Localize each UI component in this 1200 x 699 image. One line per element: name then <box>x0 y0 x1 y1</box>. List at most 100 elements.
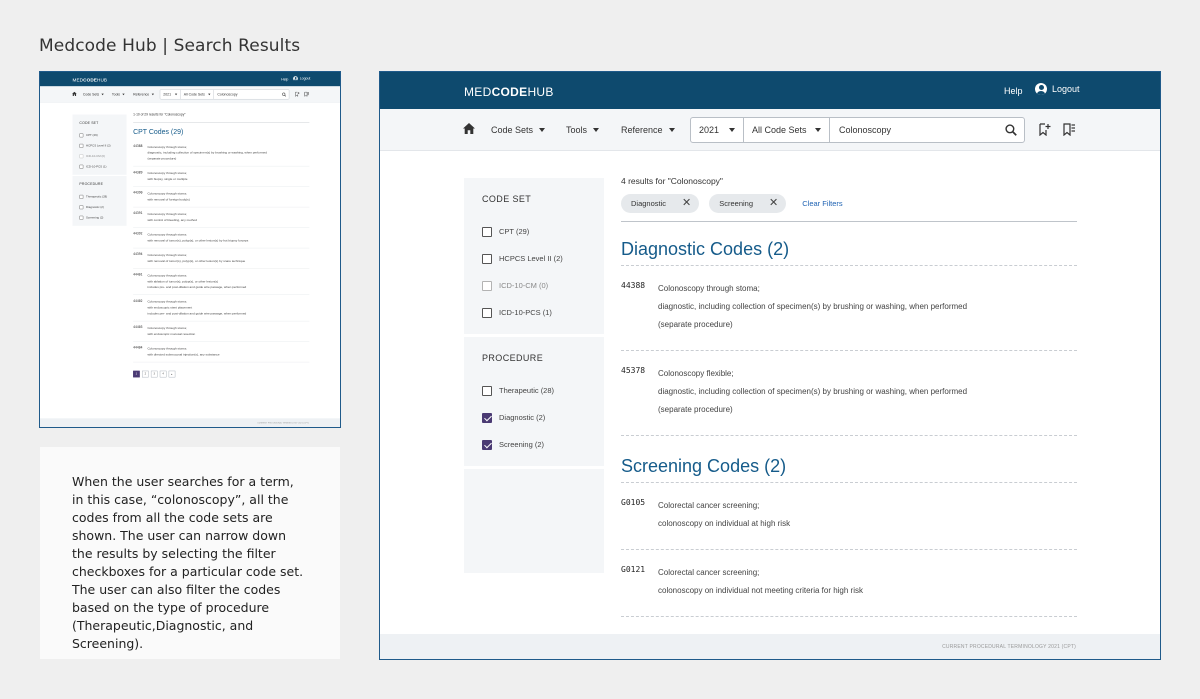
nav-tools-menu[interactable]: Tools <box>566 125 600 135</box>
year-select[interactable]: 2021 <box>691 118 744 142</box>
code-result-row[interactable]: G0121 Colorectal cancer screening; colonos… <box>621 550 1077 617</box>
thumb-code-number: 44391 <box>133 211 143 216</box>
thumb-page-button: 1 <box>133 370 140 378</box>
thumb-code-row: 44401 Colonoscopy through stoma; with abla… <box>133 269 310 296</box>
code-set-checkbox <box>482 280 492 291</box>
thumb-code-line: includes pre- and post-dilation and guid… <box>147 285 247 289</box>
thumb-page-button: 4 <box>159 370 167 378</box>
thumb-code-number: 44404 <box>133 346 143 350</box>
bookmark-list-icon[interactable] <box>1063 123 1075 136</box>
code-set-checkbox-label: HCPCS Level II (2) <box>499 254 563 263</box>
code-number[interactable]: G0121 <box>621 564 658 600</box>
code-set-filter-title: CODE SET <box>482 194 532 204</box>
code-set-value: All Code Sets <box>752 125 807 135</box>
procedure-filter-panel: PROCEDURE Therapeutic (28) Diagnostic (2)… <box>464 337 604 466</box>
thumb-code-row: 44403 Colonoscopy through stoma; with endo… <box>133 321 310 342</box>
app-window: MEDCODEHUB Help Logout Code Sets Tools R… <box>379 71 1161 660</box>
code-set-checkbox-row[interactable]: HCPCS Level II (2) <box>482 245 586 272</box>
search-button[interactable] <box>998 118 1024 142</box>
code-description: Colonoscopy through stoma; diagnostic, in… <box>658 280 1077 334</box>
code-number[interactable]: 45378 <box>621 365 658 419</box>
thumb-code-description: Colonoscopy through stoma; with removal o… <box>147 191 309 203</box>
help-link[interactable]: Help <box>1004 86 1023 96</box>
thumb-code-row: 44391 Colonoscopy through stoma; with cont… <box>133 207 310 228</box>
thumb-code-number: 44392 <box>133 232 143 236</box>
search-icon <box>281 92 286 97</box>
user-icon <box>1035 83 1047 95</box>
code-description: Colorectal cancer screening; colonoscopy … <box>658 497 1077 533</box>
nav-reference-menu[interactable]: Reference <box>621 125 675 135</box>
code-result-row[interactable]: 44388 Colonoscopy through stoma; diagnosti… <box>621 266 1077 351</box>
code-description: Colonoscopy flexible; diagnostic, includi… <box>658 365 1077 419</box>
thumb-sidebar: CODE SET CPT (29) HCPCS Level II (2) ICD… <box>72 114 127 227</box>
thumb-code-number: 44403 <box>133 325 143 330</box>
code-set-checkbox-row[interactable]: CPT (29) <box>482 218 586 245</box>
code-set-select[interactable]: All Code Sets <box>744 118 830 142</box>
filter-chip: Diagnostic ✕ <box>621 194 700 213</box>
procedure-checkbox[interactable] <box>482 439 492 450</box>
procedure-checkbox-row[interactable]: Screening (2) <box>482 431 586 458</box>
code-set-checkbox-label: ICD-10-CM (0) <box>499 281 549 290</box>
home-icon[interactable] <box>463 123 475 134</box>
thumb-code-line: with biopsy, single or multiple <box>147 177 188 181</box>
thumb-code-number: 44394 <box>133 252 143 256</box>
thumb-search-group: 2021 All Code Sets Colonoscopy <box>159 89 290 100</box>
app-footer: CURRENT PROCEDURAL TERMINOLOGY 2021 (CPT… <box>380 634 1160 659</box>
thumb-code-number: 44390 <box>133 191 143 195</box>
nav-bar: Code Sets Tools Reference 2021 All Code … <box>380 109 1160 151</box>
procedure-checkbox[interactable] <box>482 412 492 423</box>
description-text: When the user searches for a term, in th… <box>72 474 304 651</box>
code-number[interactable]: 44388 <box>621 280 658 334</box>
app-logo[interactable]: MEDCODEHUB <box>464 85 554 99</box>
thumb-code-row: 44389 Colonoscopy through stoma; with biop… <box>133 166 310 187</box>
code-set-checkbox-row[interactable]: ICD-10-PCS (1) <box>482 299 586 326</box>
thumb-code-number: 44401 <box>133 272 143 277</box>
search-input[interactable] <box>830 118 998 142</box>
clear-filters-link[interactable]: Clear Filters <box>802 199 842 208</box>
thumbnail-preview: MEDCODEHUB Help Logout Code Sets Tools R… <box>39 71 341 428</box>
code-description-line: Colorectal cancer screening; <box>658 501 760 510</box>
search-icon <box>1005 124 1017 136</box>
year-value: 2021 <box>699 125 720 135</box>
thumb-code-line: with removal of tumor(s), polyp(s), or o… <box>147 238 249 243</box>
thumb-code-number: 44388 <box>133 144 143 148</box>
thumb-code-number: 44389 <box>133 170 143 175</box>
code-set-checkbox[interactable] <box>482 307 492 318</box>
code-description-line: colonoscopy on individual at high risk <box>658 519 791 528</box>
thumb-code-row: 44394 Colonoscopy through stoma; with remo… <box>133 248 310 269</box>
code-number[interactable]: G0105 <box>621 497 658 533</box>
thumb-code-line: with endoscopic mucosal resection <box>147 332 196 336</box>
chevron-down-icon <box>815 128 821 132</box>
thumb-code-description: Colonoscopy through stoma; with biopsy, s… <box>147 170 309 182</box>
close-icon[interactable]: ✕ <box>769 198 778 209</box>
procedure-checkbox[interactable] <box>482 385 492 396</box>
code-set-checkbox[interactable] <box>482 226 492 237</box>
thumb-code-line: (separate procedure) <box>147 156 177 161</box>
chevron-down-icon <box>593 128 600 132</box>
empty-filter-panel <box>464 469 604 573</box>
thumb-code-line: includes pre- and post-dilation and guid… <box>147 311 247 316</box>
code-result-row[interactable]: G0105 Colorectal cancer screening; colonos… <box>621 483 1077 550</box>
code-description-line: (separate procedure) <box>658 405 733 414</box>
procedure-checkbox-row[interactable]: Diagnostic (2) <box>482 404 586 431</box>
footer-text: CURRENT PROCEDURAL TERMINOLOGY 2021 (CPT… <box>942 644 1076 650</box>
logout-button[interactable]: Logout <box>1035 83 1080 95</box>
thumb-code-number: 44402 <box>133 299 143 303</box>
thumb-code-description: Colonoscopy through stoma; with removal o… <box>147 252 309 264</box>
bookmark-list-icon <box>304 91 310 97</box>
filter-sidebar: CODE SET CPT (29) HCPCS Level II (2) ICD-1… <box>464 178 604 576</box>
thumb-logo: MEDCODEHUB <box>72 77 108 83</box>
nav-code-sets-menu[interactable]: Code Sets <box>491 125 546 135</box>
thumb-code-row: 44390 Colonoscopy through stoma; with remo… <box>133 187 310 208</box>
bookmark-add-icon[interactable] <box>1039 123 1051 136</box>
close-icon[interactable]: ✕ <box>682 198 691 209</box>
description-card: When the user searches for a term, in th… <box>40 447 340 659</box>
thumb-code-row: 44402 Colonoscopy through stoma; with endo… <box>133 295 310 322</box>
results-count: 4 results for "Colonoscopy" <box>621 176 723 186</box>
code-result-row[interactable]: 45378 Colonoscopy flexible; diagnostic, in… <box>621 351 1077 436</box>
code-set-checkbox[interactable] <box>482 253 492 264</box>
procedure-checkbox-label: Therapeutic (28) <box>499 386 555 395</box>
thumb-code-description: Colonoscopy through stoma; with removal o… <box>147 232 309 244</box>
procedure-checkbox-row[interactable]: Therapeutic (28) <box>482 377 586 404</box>
nav-tools-label: Tools <box>566 125 588 135</box>
